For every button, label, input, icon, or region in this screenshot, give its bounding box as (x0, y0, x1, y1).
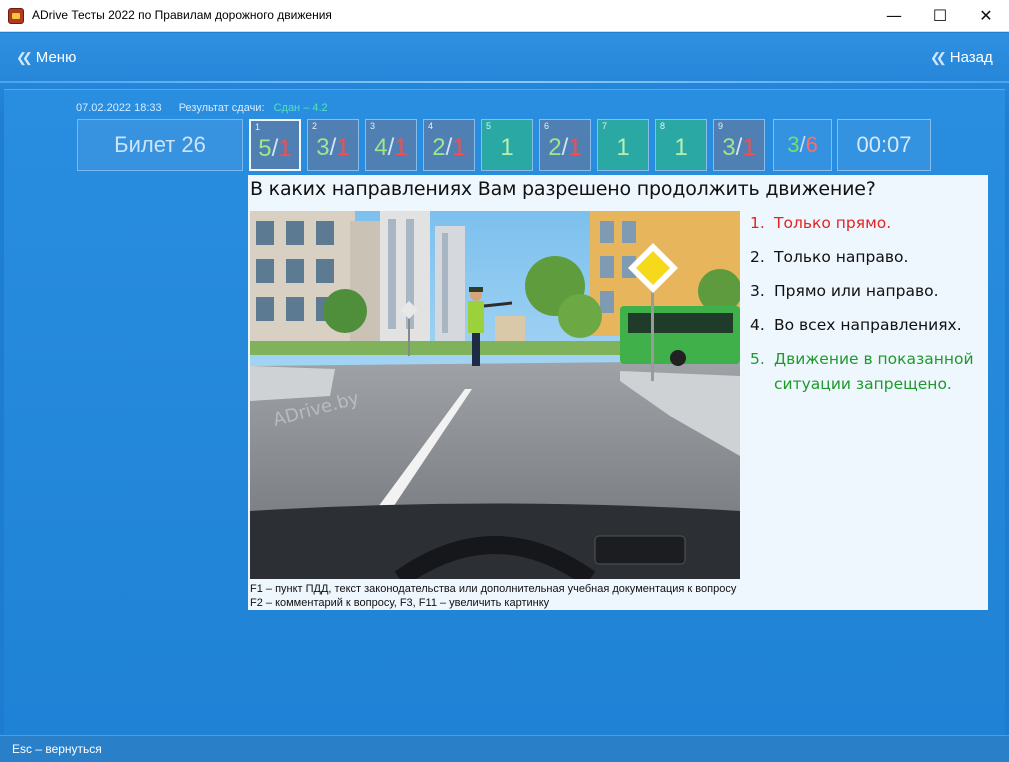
app-icon (8, 8, 24, 24)
answer-number: 5. (750, 350, 765, 368)
score-box: 3/6 (773, 119, 832, 171)
question-panel: В каких направлениях Вам разрешено продо… (248, 175, 988, 610)
answer-chosen: 2 (432, 134, 446, 161)
maximize-button[interactable]: ☐ (917, 0, 963, 32)
question-result: 2/1 (540, 134, 590, 162)
close-button[interactable]: ✕ (963, 0, 1009, 32)
menu-button[interactable]: ❮❮ Меню (16, 47, 76, 69)
answer-option[interactable]: 4. Во всех направлениях. (750, 313, 986, 338)
answer-text: Только направо. (774, 248, 909, 266)
question-number: 9 (718, 121, 724, 131)
hint-f1: F1 – пункт ПДД, текст законодательства и… (250, 583, 737, 595)
question-box[interactable]: 6 2/1 (539, 119, 591, 171)
question-box[interactable]: 3 4/1 (365, 119, 417, 171)
back-button[interactable]: ❮❮ Назад (930, 47, 993, 69)
answer-number: 1. (750, 214, 765, 232)
timer: 00:07 (837, 119, 931, 171)
app-area: ❮❮ Меню ❮❮ Назад 07.02.2022 18:33 Результа… (0, 33, 1009, 762)
double-chevron-left-icon: ❮❮ (930, 50, 947, 65)
answer-chosen: 4 (374, 134, 388, 161)
question-box[interactable]: 9 3/1 (713, 119, 765, 171)
menu-label: Меню (35, 49, 77, 66)
answer-wrong: 1 (394, 134, 408, 161)
score-correct: 3 (787, 132, 800, 157)
question-number: 1 (255, 122, 261, 132)
topbar-divider (0, 81, 1009, 83)
double-chevron-left-icon: ❮❮ (16, 50, 33, 65)
answer-number: 3. (750, 282, 765, 300)
question-number: 5 (486, 121, 492, 131)
answer-text: Только прямо. (774, 214, 892, 232)
answer-wrong: 1 (452, 134, 466, 161)
answer-wrong: 1 (336, 134, 350, 161)
answer-wrong: 1 (278, 135, 292, 162)
question-number: 3 (370, 121, 376, 131)
minimize-button[interactable]: — (871, 0, 917, 32)
answer-number: 4. (750, 316, 765, 334)
question-result: 3/1 (308, 134, 358, 162)
answer-number: 2. (750, 248, 765, 266)
answer-wrong: 1 (742, 134, 756, 161)
question-number: 2 (312, 121, 318, 131)
question-box[interactable]: 81 (655, 119, 707, 171)
answer-chosen: 5 (258, 135, 272, 162)
question-result: 2/1 (424, 134, 474, 162)
exam-datetime: 07.02.2022 18:33 (76, 102, 162, 114)
question-result: 3/1 (714, 134, 764, 162)
result-label: Результат сдачи: (178, 102, 265, 114)
single-answer-value: 1 (616, 134, 630, 161)
question-number: 7 (602, 121, 608, 131)
answer-text: Во всех направлениях. (774, 316, 962, 334)
answer-list: 1. Только прямо. 2. Только направо. 3. Прямо … (750, 211, 986, 406)
question-box[interactable]: 51 (481, 119, 533, 171)
status-text[interactable]: Esc – вернуться (12, 742, 102, 756)
answer-chosen: 3 (316, 134, 330, 161)
question-text: В каких направлениях Вам разрешено продо… (250, 178, 876, 200)
answer-option[interactable]: 1. Только прямо. (750, 211, 986, 236)
answer-chosen: 3 (722, 134, 736, 161)
question-box[interactable]: 1 5/1 (249, 119, 301, 171)
question-box[interactable]: 2 3/1 (307, 119, 359, 171)
question-number: 8 (660, 121, 666, 131)
question-result: 1 (482, 134, 532, 162)
question-result: 4/1 (366, 134, 416, 162)
question-number: 4 (428, 121, 434, 131)
status-bar: Esc – вернуться (0, 735, 1009, 762)
answer-option[interactable]: 2. Только направо. (750, 245, 986, 270)
exam-meta: 07.02.2022 18:33 Результат сдачи: Сдан –… (76, 102, 328, 114)
question-box[interactable]: 4 2/1 (423, 119, 475, 171)
score-wrong: 6 (805, 132, 818, 157)
result-value: Сдан – 4.2 (273, 102, 328, 114)
answer-option[interactable]: 3. Прямо или направо. (750, 279, 986, 304)
question-number: 6 (544, 121, 550, 131)
question-result: 1 (598, 134, 648, 162)
question-image[interactable]: ADrive.by (250, 211, 740, 579)
question-result: 1 (656, 134, 706, 162)
answer-wrong: 1 (568, 134, 582, 161)
answer-option[interactable]: 5. Движение в показанной ситуации запреще… (750, 347, 986, 397)
top-nav: ❮❮ Меню ❮❮ Назад (0, 33, 1009, 83)
ticket-label: Билет 26 (77, 119, 243, 171)
answer-text: Прямо или направо. (774, 282, 939, 300)
window-title: ADrive Тесты 2022 по Правилам дорожного … (32, 8, 332, 22)
single-answer-value: 1 (674, 134, 688, 161)
answer-text: Движение в показанной ситуации запрещено… (774, 350, 974, 393)
question-result: 5/1 (251, 135, 299, 163)
single-answer-value: 1 (500, 134, 514, 161)
hint-f2: F2 – комментарий к вопросу, F3, F11 – ув… (250, 597, 550, 609)
answer-chosen: 2 (548, 134, 562, 161)
question-box[interactable]: 71 (597, 119, 649, 171)
back-label: Назад (949, 49, 993, 66)
title-bar: ADrive Тесты 2022 по Правилам дорожного … (0, 0, 1009, 32)
